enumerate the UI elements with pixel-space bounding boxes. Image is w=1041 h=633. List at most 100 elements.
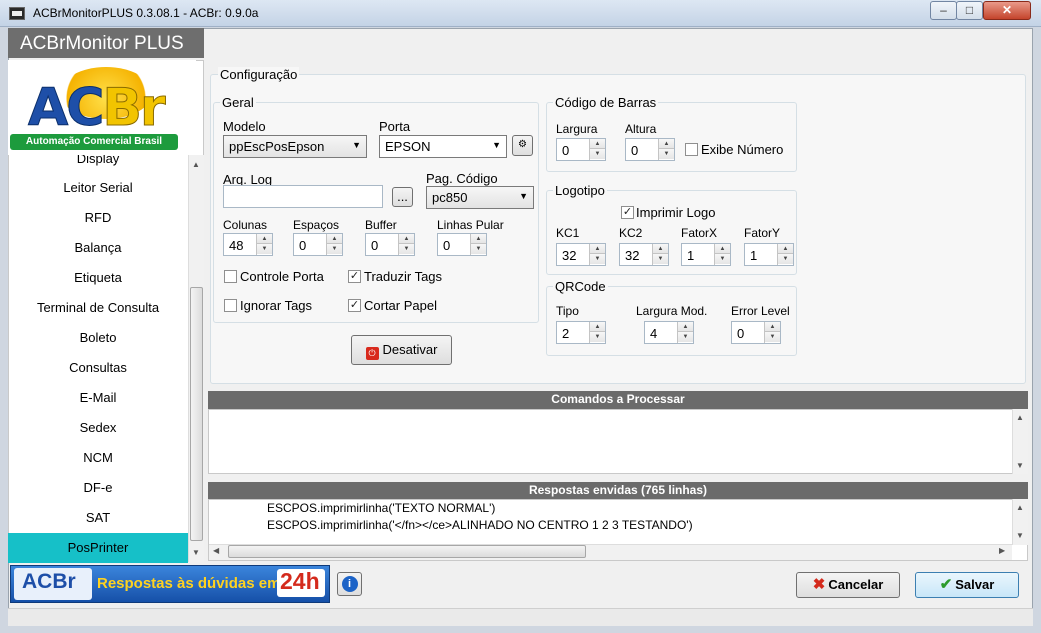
scroll-left-arrow-icon[interactable]: ◀ <box>213 546 219 555</box>
ignorar-tags-checkbox[interactable] <box>224 299 237 312</box>
scroll-up-arrow-icon[interactable]: ▲ <box>1012 413 1028 422</box>
sidebar-item-posprinter[interactable]: PosPrinter <box>8 533 188 563</box>
porta-label: Porta <box>379 119 411 134</box>
altura-spin[interactable]: 0 ▲ ▼ <box>625 138 675 161</box>
spin-up-icon[interactable]: ▲ <box>765 322 780 332</box>
fatory-spin[interactable]: 1 ▲ ▼ <box>744 243 794 266</box>
traduzir-tags-checkbox[interactable]: ✓ <box>348 270 361 283</box>
spin-down-icon[interactable]: ▼ <box>471 244 486 254</box>
spin-up-icon[interactable]: ▲ <box>399 234 414 244</box>
spin-down-icon[interactable]: ▼ <box>590 254 605 264</box>
spin-down-icon[interactable]: ▼ <box>257 244 272 254</box>
error-level-spin[interactable]: 0 ▲ ▼ <box>731 321 781 344</box>
sidebar-item-ncm[interactable]: NCM <box>8 443 188 473</box>
spin-down-icon[interactable]: ▼ <box>653 254 668 264</box>
sidebar-item-boleto[interactable]: Boleto <box>8 323 188 353</box>
fatorx-spin[interactable]: 1 ▲ ▼ <box>681 243 731 266</box>
spin-up-icon[interactable]: ▲ <box>257 234 272 244</box>
largura-spin[interactable]: 0 ▲ ▼ <box>556 138 606 161</box>
altura-value: 0 <box>631 143 639 158</box>
spin-up-icon[interactable]: ▲ <box>471 234 486 244</box>
colunas-spin[interactable]: 48 ▲ ▼ <box>223 233 273 256</box>
tipo-spin[interactable]: 2 ▲ ▼ <box>556 321 606 344</box>
scroll-down-arrow-icon[interactable]: ▼ <box>1012 531 1028 540</box>
buffer-spin[interactable]: 0 ▲ ▼ <box>365 233 415 256</box>
arq-log-input[interactable] <box>223 185 383 208</box>
kc1-label: KC1 <box>556 226 580 240</box>
scroll-up-arrow-icon[interactable]: ▲ <box>188 160 204 169</box>
kc1-value: 32 <box>562 248 577 263</box>
spin-down-icon[interactable]: ▼ <box>778 254 793 264</box>
pag-codigo-select[interactable]: pc850 ▼ <box>426 186 534 209</box>
codigo-barras-group <box>546 102 797 172</box>
minimize-button[interactable]: – <box>930 1 957 20</box>
check-icon: ✔ <box>939 576 953 593</box>
sidebar-item-sat[interactable]: SAT <box>8 503 188 533</box>
spin-down-icon[interactable]: ▼ <box>678 332 693 342</box>
sidebar-item-leitor-serial[interactable]: Leitor Serial <box>8 173 188 203</box>
spin-up-icon[interactable]: ▲ <box>715 244 730 254</box>
spin-down-icon[interactable]: ▼ <box>590 332 605 342</box>
cancelar-button[interactable]: ✖ Cancelar <box>796 572 900 598</box>
sidebar-item-terminal-consulta[interactable]: Terminal de Consulta <box>8 293 188 323</box>
sidebar-item-sedex[interactable]: Sedex <box>8 413 188 443</box>
arq-log-browse-button[interactable]: ... <box>392 187 413 207</box>
porta-config-button[interactable]: ⚙ <box>512 135 533 156</box>
app-banner-title: ACBrMonitor PLUS <box>20 33 184 54</box>
info-button[interactable]: i <box>337 572 362 596</box>
cortar-papel-checkbox[interactable]: ✓ <box>348 299 361 312</box>
spin-up-icon[interactable]: ▲ <box>659 139 674 149</box>
pag-codigo-label: Pag. Código <box>426 171 498 186</box>
kc1-spin[interactable]: 32 ▲ ▼ <box>556 243 606 266</box>
scroll-right-arrow-icon[interactable]: ▶ <box>999 546 1005 555</box>
spin-up-icon[interactable]: ▲ <box>590 139 605 149</box>
comandos-textarea[interactable] <box>208 409 1028 474</box>
sidebar-item-dfe[interactable]: DF-e <box>8 473 188 503</box>
chevron-down-icon: ▼ <box>519 191 528 201</box>
sidebar-item-rfd[interactable]: RFD <box>8 203 188 233</box>
salvar-label: Salvar <box>955 577 995 592</box>
promo-text: Respostas às dúvidas em <box>97 575 281 592</box>
largura-label: Largura <box>556 122 598 136</box>
spin-down-icon[interactable]: ▼ <box>765 332 780 342</box>
spin-up-icon[interactable]: ▲ <box>327 234 342 244</box>
respostas-hscroll-thumb[interactable] <box>228 545 586 558</box>
spin-down-icon[interactable]: ▼ <box>590 149 605 159</box>
spin-up-icon[interactable]: ▲ <box>778 244 793 254</box>
scroll-up-arrow-icon[interactable]: ▲ <box>1012 503 1028 512</box>
largura-mod-spin[interactable]: 4 ▲ ▼ <box>644 321 694 344</box>
sidebar-item-consultas[interactable]: Consultas <box>8 353 188 383</box>
porta-select[interactable]: EPSON ▼ <box>379 135 507 158</box>
spin-down-icon[interactable]: ▼ <box>659 149 674 159</box>
linhas-pular-spin[interactable]: 0 ▲ ▼ <box>437 233 487 256</box>
spin-up-icon[interactable]: ▲ <box>678 322 693 332</box>
resposta-line: ESCPOS.imprimirlinha('TEXTO NORMAL') <box>267 501 496 515</box>
espacos-spin[interactable]: 0 ▲ ▼ <box>293 233 343 256</box>
spin-up-icon[interactable]: ▲ <box>590 322 605 332</box>
close-button[interactable]: ✕ <box>983 1 1031 20</box>
maximize-button[interactable]: □ <box>956 1 983 20</box>
spin-down-icon[interactable]: ▼ <box>715 254 730 264</box>
salvar-button[interactable]: ✔ Salvar <box>915 572 1019 598</box>
colunas-label: Colunas <box>223 218 268 232</box>
controle-porta-checkbox[interactable] <box>224 270 237 283</box>
kc2-spin[interactable]: 32 ▲ ▼ <box>619 243 669 266</box>
kc2-label: KC2 <box>619 226 643 240</box>
spin-down-icon[interactable]: ▼ <box>399 244 414 254</box>
geral-title: Geral <box>220 95 256 110</box>
spin-up-icon[interactable]: ▲ <box>653 244 668 254</box>
imprimir-logo-checkbox[interactable]: ✓ <box>621 206 634 219</box>
sidebar-item-email[interactable]: E-Mail <box>8 383 188 413</box>
exibe-numero-checkbox[interactable] <box>685 143 698 156</box>
scroll-down-arrow-icon[interactable]: ▼ <box>1012 461 1028 470</box>
largura-mod-label: Largura Mod. <box>636 304 708 318</box>
scroll-down-arrow-icon[interactable]: ▼ <box>188 548 204 557</box>
sidebar-item-balanca[interactable]: Balança <box>8 233 188 263</box>
spin-down-icon[interactable]: ▼ <box>327 244 342 254</box>
desativar-button[interactable]: ⏻ Desativar <box>351 335 452 365</box>
sidebar-item-etiqueta[interactable]: Etiqueta <box>8 263 188 293</box>
spin-up-icon[interactable]: ▲ <box>590 244 605 254</box>
modelo-value: ppEscPosEpson <box>229 139 325 154</box>
sidebar-scroll-thumb[interactable] <box>190 287 203 541</box>
modelo-select[interactable]: ppEscPosEpson ▼ <box>223 135 367 158</box>
